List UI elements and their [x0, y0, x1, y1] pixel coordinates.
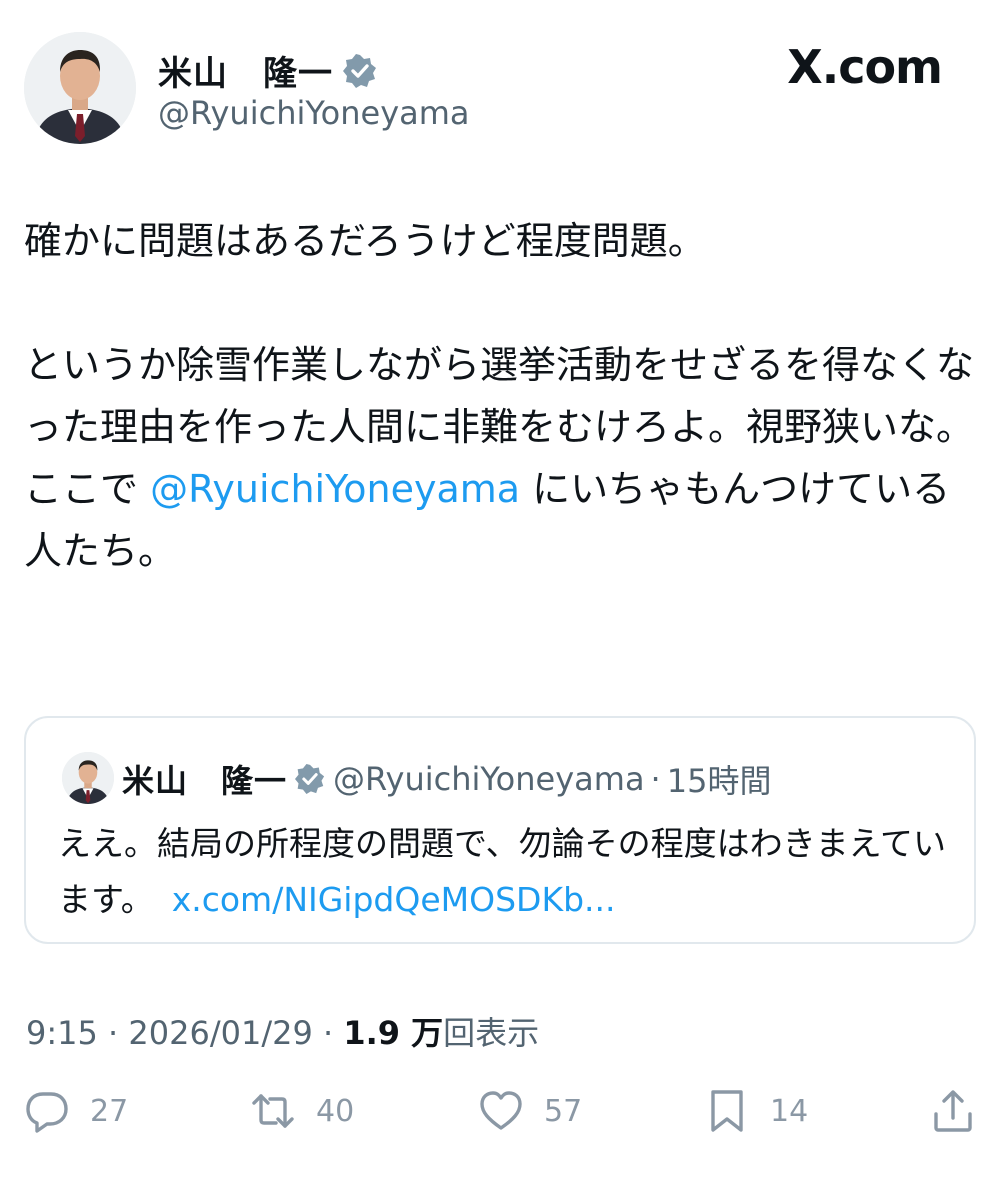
quoted-display-name: 米山 隆一 — [122, 762, 288, 800]
quoted-tweet[interactable]: 米山 隆一 @RyuichiYoneyama · 15時間 ええ。結局の所程度の… — [24, 716, 976, 944]
quoted-handle: @RyuichiYoneyama — [333, 760, 645, 798]
avatar[interactable] — [24, 32, 136, 144]
mention-link[interactable]: @RyuichiYoneyama — [150, 467, 520, 511]
x-logo: X.com — [787, 40, 943, 94]
reply-count: 27 — [90, 1093, 129, 1129]
meta-separator: · — [312, 1014, 344, 1052]
repost-count: 40 — [316, 1093, 355, 1129]
views-count: 1.9 万 — [343, 1014, 444, 1052]
quoted-link[interactable]: x.com/NIGipdQeMOSDKb... — [172, 880, 616, 919]
reply-icon — [26, 1092, 68, 1133]
tweet-time[interactable]: 9:15 — [26, 1014, 98, 1052]
tweet-header: 米山 隆一 @RyuichiYoneyama X.com — [0, 0, 1002, 160]
display-name[interactable]: 米山 隆一 — [158, 46, 333, 95]
share-icon — [934, 1090, 972, 1132]
tweet-text: 確かに問題はあるだろうけど程度問題。 というか除雪作業しながら選挙活動をせざるを… — [24, 210, 974, 582]
handle[interactable]: @RyuichiYoneyama — [158, 94, 470, 132]
quoted-verified-badge-icon — [295, 764, 325, 794]
like-count: 57 — [544, 1093, 583, 1129]
share-button[interactable] — [930, 1088, 976, 1134]
views-label: 回表示 — [443, 1014, 540, 1052]
verified-badge-icon — [343, 53, 377, 88]
repost-button[interactable]: 40 — [250, 1088, 354, 1134]
tweet-meta: 9:15 · 2026/01/29 · 1.9 万回表示 — [26, 1008, 539, 1054]
quoted-separator: · — [650, 760, 661, 798]
bookmark-icon — [711, 1090, 743, 1132]
tweet-date[interactable]: 2026/01/29 — [128, 1014, 312, 1052]
like-button[interactable]: 57 — [478, 1088, 582, 1134]
repost-icon — [252, 1094, 294, 1128]
quoted-text: ええ。結局の所程度の問題で、勿論その程度はわきまえています。 x.com/NIGi… — [58, 816, 958, 928]
meta-separator: · — [97, 1014, 129, 1052]
bookmark-button[interactable]: 14 — [704, 1088, 808, 1134]
quoted-avatar[interactable] — [62, 752, 114, 804]
quoted-timestamp: 15時間 — [666, 762, 772, 800]
heart-icon — [480, 1091, 522, 1130]
reply-button[interactable]: 27 — [24, 1088, 128, 1134]
action-bar: 27 40 57 14 — [0, 1088, 1002, 1148]
bookmark-count: 14 — [770, 1093, 809, 1129]
